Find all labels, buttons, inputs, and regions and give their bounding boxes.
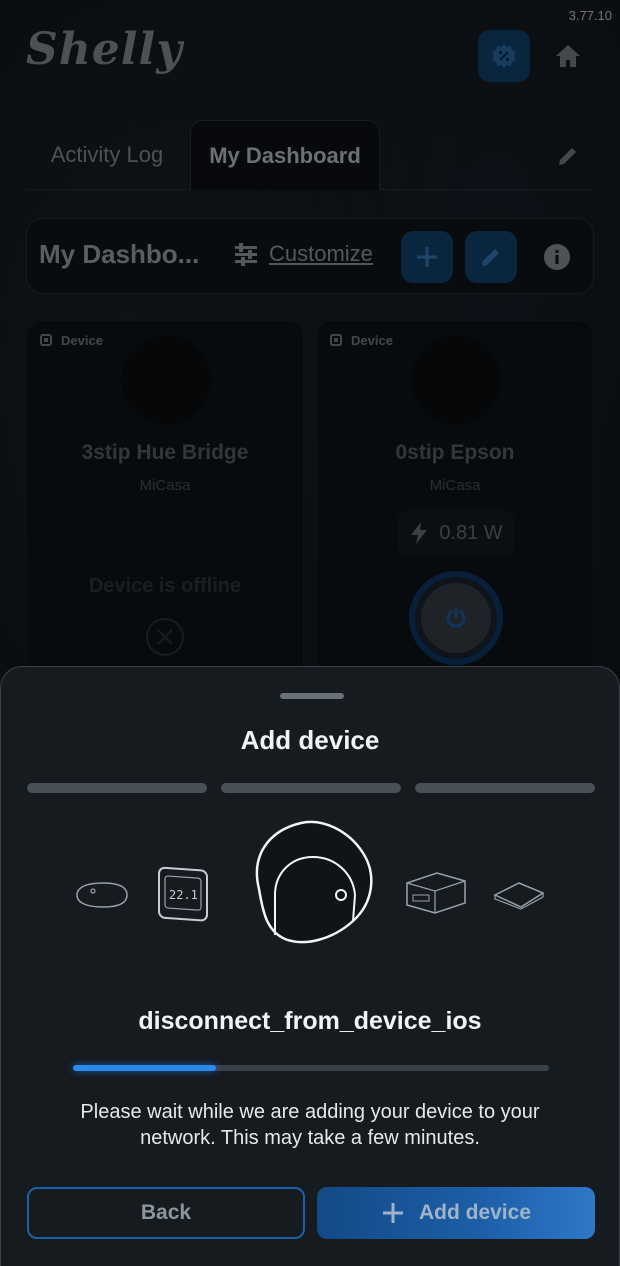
- step-bar: [221, 783, 401, 793]
- setup-status-title: disconnect_from_device_ios: [138, 1007, 482, 1035]
- step-bar: [27, 783, 207, 793]
- plug-device-icon: [255, 820, 373, 944]
- tag-device-icon: [76, 882, 128, 908]
- thermometer-device-icon: 22.1: [158, 866, 208, 922]
- sensor-device-icon: [493, 882, 545, 910]
- plus-icon: [382, 1203, 403, 1223]
- sheet-title: Add device: [240, 725, 380, 755]
- step-indicator: [27, 783, 595, 793]
- progress-bar: [73, 1065, 549, 1071]
- setup-description: Please wait while we are adding your dev…: [80, 1101, 540, 1149]
- device-illustration: 22.1: [61, 817, 561, 967]
- sheet-drag-handle[interactable]: [280, 693, 344, 699]
- step-bar: [415, 783, 595, 793]
- add-device-sheet: Add device 22.1 disconnect_from_device_i…: [0, 666, 620, 1266]
- progress-fill: [73, 1065, 216, 1071]
- svg-text:22.1: 22.1: [169, 888, 198, 902]
- back-button[interactable]: Back: [27, 1187, 305, 1239]
- add-device-button[interactable]: Add device: [317, 1187, 595, 1239]
- add-device-label: Add device: [418, 1201, 532, 1224]
- box-device-icon: [406, 872, 466, 914]
